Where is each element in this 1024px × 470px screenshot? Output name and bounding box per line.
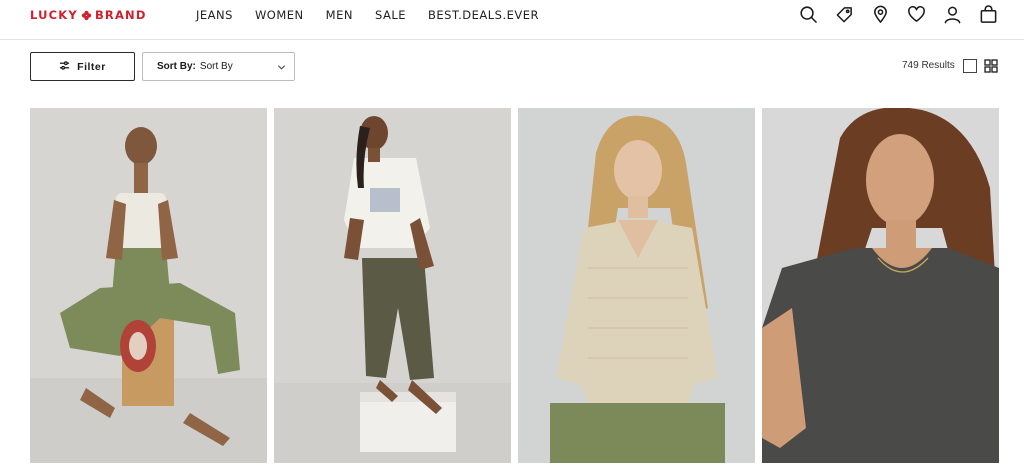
sort-value: Sort By [199, 61, 233, 72]
sort-dropdown[interactable]: Sort By: Sort By [142, 52, 295, 81]
listing-toolbar: Filter Sort By: Sort By 749 Results [0, 52, 1024, 82]
logo-text-right: BRAND [94, 8, 147, 22]
nav-item-jeans[interactable]: JEANS [196, 8, 233, 22]
grid-view-icon[interactable] [984, 59, 998, 73]
header-icons [798, 4, 998, 24]
product-card-1[interactable] [30, 108, 267, 463]
heart-icon[interactable] [906, 4, 926, 24]
site-header: LUCKY BRAND JEANS WOMEN MEN SALE BEST.DE… [0, 0, 1024, 40]
product-card-3[interactable] [518, 108, 755, 463]
nav-item-men[interactable]: MEN [326, 8, 353, 22]
product-image-3[interactable] [518, 108, 755, 463]
location-icon[interactable] [870, 4, 890, 24]
chevron-down-icon [277, 63, 286, 72]
product-image-4[interactable] [762, 108, 999, 463]
account-icon[interactable] [942, 4, 962, 24]
bag-icon[interactable] [978, 4, 998, 24]
nav-item-women[interactable]: WOMEN [255, 8, 304, 22]
sliders-icon [59, 60, 70, 74]
sort-label: Sort By: [157, 61, 196, 72]
nav-item-sale[interactable]: SALE [375, 8, 406, 22]
filter-label: Filter [77, 60, 106, 73]
product-grid [30, 108, 999, 463]
filter-button[interactable]: Filter [30, 52, 135, 81]
tag-icon[interactable] [834, 4, 854, 24]
logo-text-left: LUCKY [30, 8, 78, 22]
product-card-2[interactable] [274, 108, 511, 463]
product-image-1[interactable] [30, 108, 267, 463]
nav-item-best-deals[interactable]: BEST.DEALS.EVER [428, 8, 539, 22]
main-nav: JEANS WOMEN MEN SALE BEST.DEALS.EVER [196, 0, 561, 30]
product-card-4[interactable] [762, 108, 999, 463]
single-view-icon[interactable] [963, 59, 977, 73]
search-icon[interactable] [798, 4, 818, 24]
brand-logo[interactable]: LUCKY BRAND [30, 8, 147, 22]
results-count: 749 Results [902, 60, 955, 71]
product-image-2[interactable] [274, 108, 511, 463]
clover-icon [81, 10, 92, 21]
